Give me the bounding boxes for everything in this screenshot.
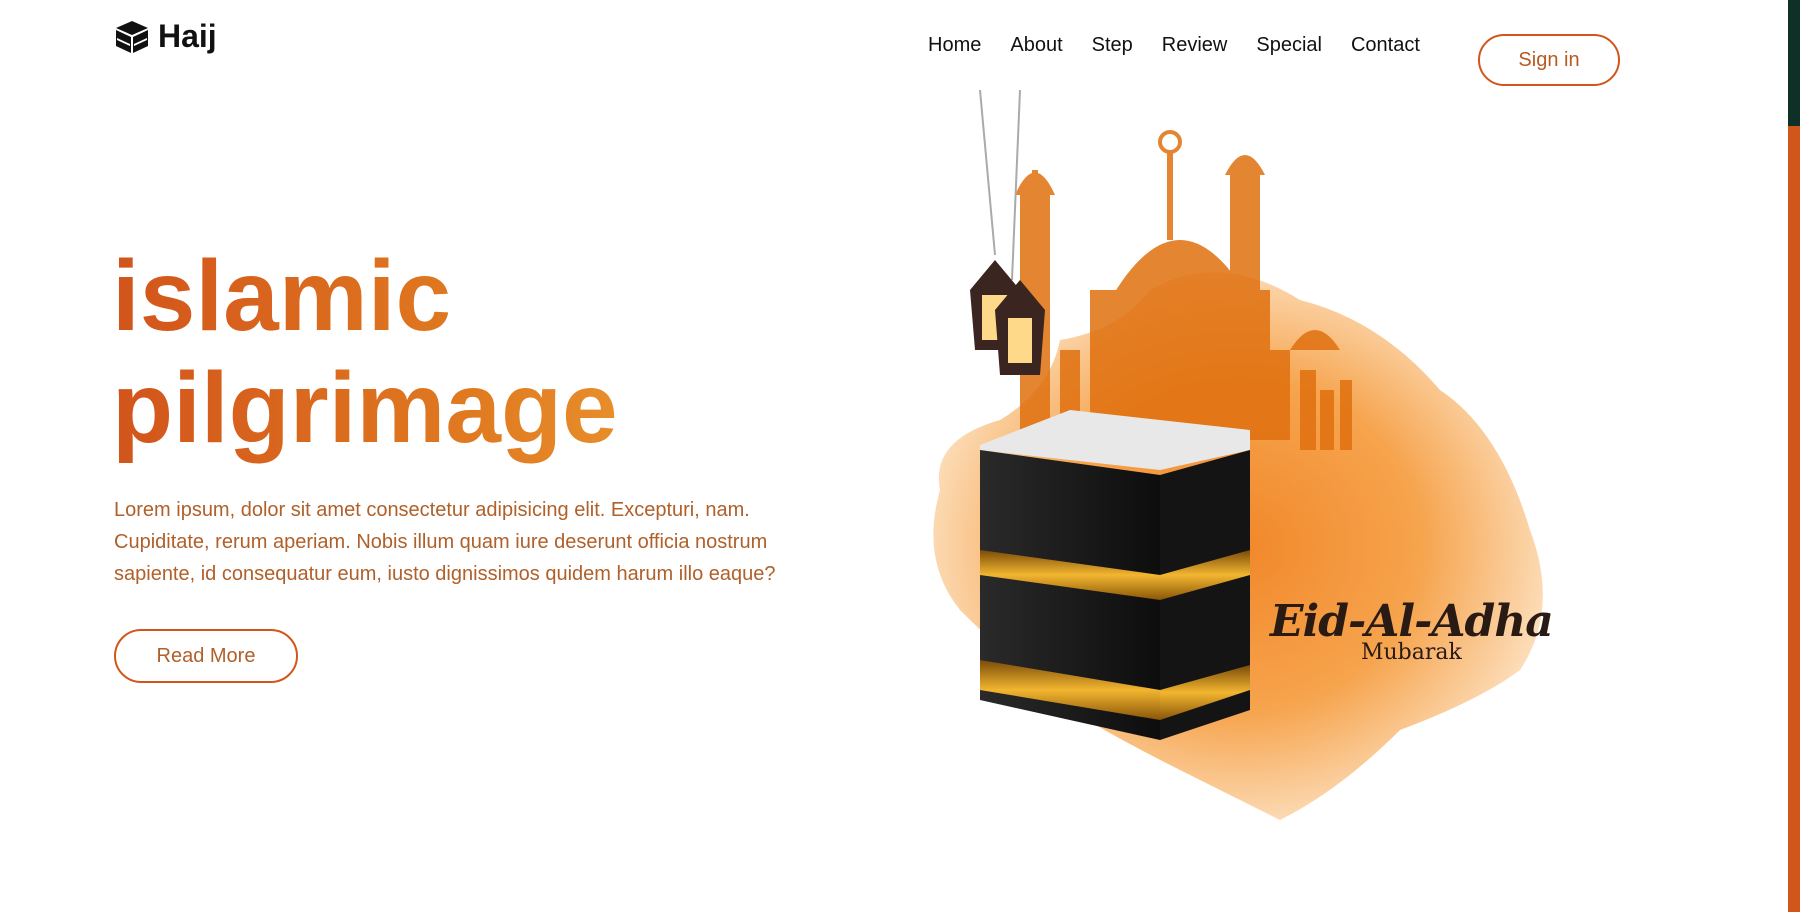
eid-greeting: Eid-Al-Adha Mubarak <box>1270 596 1554 664</box>
hero-title-line-2: pilgrimage <box>112 352 618 464</box>
nav-step[interactable]: Step <box>1092 34 1133 57</box>
hero-description: Lorem ipsum, dolor sit amet consectetur … <box>114 499 776 585</box>
nav-special[interactable]: Special <box>1256 34 1322 57</box>
signin-button[interactable]: Sign in <box>1478 34 1620 86</box>
brand-logo[interactable]: Haij <box>114 18 217 55</box>
nav-review[interactable]: Review <box>1162 34 1228 57</box>
main-nav: Home About Step Review Special Contact <box>928 34 1449 57</box>
hero-title: islamic pilgrimage <box>112 240 712 464</box>
greeting-title: Eid-Al-Adha <box>1270 596 1554 647</box>
scrollbar-thumb[interactable] <box>1788 0 1800 126</box>
page-scrollbar[interactable] <box>1788 0 1800 912</box>
nav-home[interactable]: Home <box>928 34 981 57</box>
mosque-silhouette <box>1015 130 1352 450</box>
read-more-button[interactable]: Read More <box>114 629 298 683</box>
brand-name: Haij <box>158 18 217 54</box>
hero-title-line-1: islamic <box>112 240 452 352</box>
kaaba-icon <box>116 20 148 53</box>
eid-illustration <box>933 90 1543 820</box>
nav-contact[interactable]: Contact <box>1351 34 1420 57</box>
nav-about[interactable]: About <box>1010 34 1062 57</box>
